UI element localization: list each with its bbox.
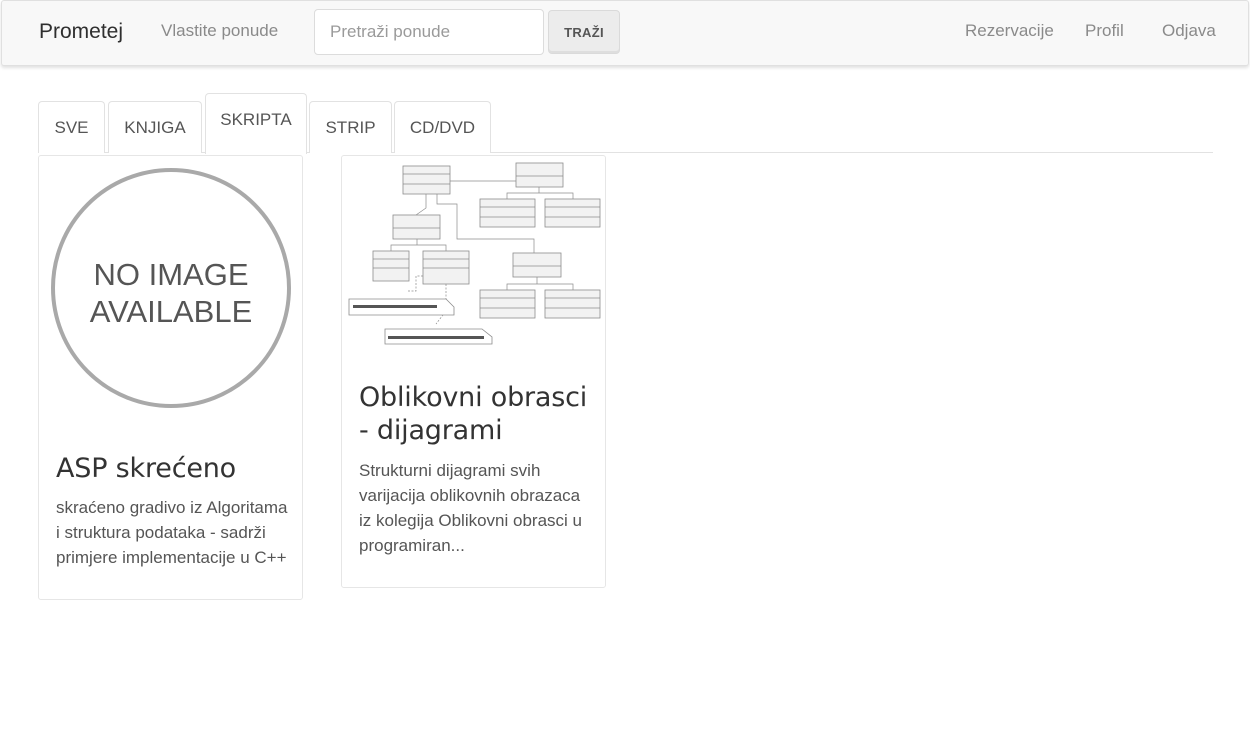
no-image-placeholder: NO IMAGE AVAILABLE xyxy=(51,168,291,408)
card-description: skraćeno gradivo iz Algoritama i struktu… xyxy=(56,498,288,567)
tab-sve[interactable]: SVE xyxy=(38,101,105,153)
tab-strip[interactable]: STRIP xyxy=(309,101,392,153)
navbar: Prometej Vlastite ponude TRAŽI Rezervaci… xyxy=(1,0,1249,66)
offer-card[interactable]: Oblikovni obrasci - dijagrami Strukturni… xyxy=(341,155,606,588)
card-title: ASP skrećeno xyxy=(56,453,236,484)
uml-diagram-thumbnail xyxy=(348,162,601,345)
tab-skripta[interactable]: SKRIPTA xyxy=(205,93,307,154)
nav-own-offers[interactable]: Vlastite ponude xyxy=(161,21,278,41)
tab-knjiga[interactable]: KNJIGA xyxy=(108,101,202,153)
card-title: Oblikovni obrasci - dijagrami xyxy=(359,382,588,446)
search-input[interactable] xyxy=(314,9,544,55)
no-image-text-2: AVAILABLE xyxy=(90,294,253,329)
no-image-text-1: NO IMAGE xyxy=(93,257,248,292)
search-button[interactable]: TRAŽI xyxy=(548,10,620,54)
nav-profile[interactable]: Profil xyxy=(1085,21,1124,41)
nav-reservations[interactable]: Rezervacije xyxy=(965,21,1054,41)
nav-logout[interactable]: Odjava xyxy=(1162,21,1216,41)
brand-link[interactable]: Prometej xyxy=(39,20,123,44)
offer-card[interactable]: NO IMAGE AVAILABLE ASP skrećeno skraćeno… xyxy=(38,155,303,600)
card-description: Strukturni dijagrami svih varijacija obl… xyxy=(359,461,582,555)
tab-cd-dvd[interactable]: CD/DVD xyxy=(394,101,491,153)
